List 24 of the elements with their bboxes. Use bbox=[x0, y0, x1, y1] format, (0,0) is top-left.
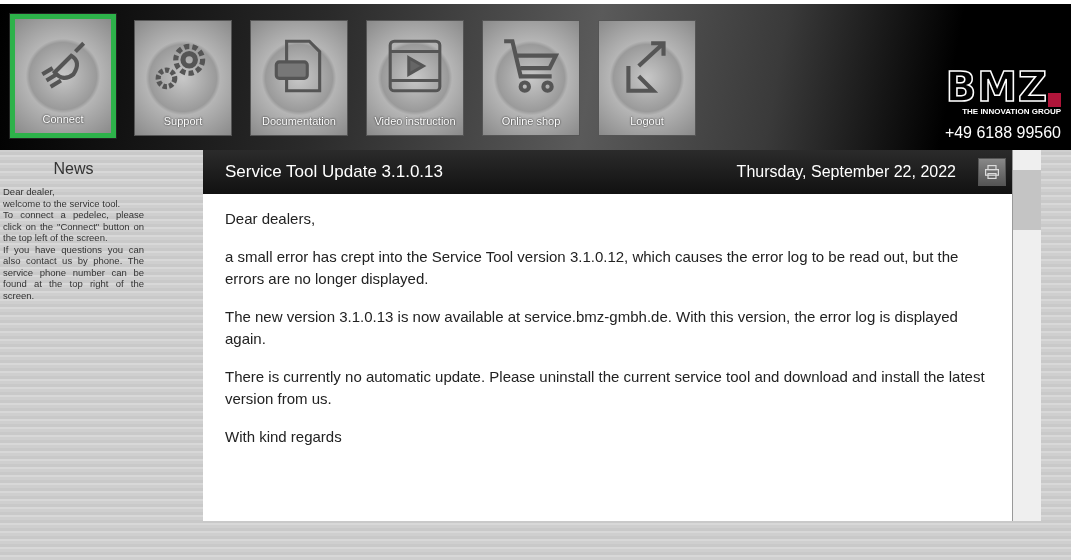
article-title: Service Tool Update 3.1.0.13 bbox=[225, 162, 444, 182]
news-heading: News bbox=[53, 160, 94, 178]
nav-tile[interactable]: Online shop bbox=[482, 20, 580, 136]
article-paragraph: There is currently no automatic update. Please uninstall the current service tool and download and install the latest version from us. bbox=[225, 367, 986, 409]
scrollbar-thumb[interactable] bbox=[1013, 170, 1041, 230]
scrollbar[interactable] bbox=[1013, 150, 1041, 521]
news-text: welcome to the service tool. bbox=[3, 197, 122, 209]
article-paragraph: Dear dealers, bbox=[225, 209, 317, 229]
nav-tile[interactable]: Connect bbox=[10, 14, 116, 138]
article-paragraph: The new version 3.1.0.13 is now available at service.bmz-gmbh.de. With this version, the error log is displayed again. bbox=[225, 307, 959, 349]
news-text: To connect a pedelec, please click on the "Connect" button on the top left of the screen. bbox=[3, 209, 144, 244]
print-button[interactable] bbox=[978, 158, 1006, 186]
nav-tile[interactable]: Video instruction bbox=[366, 20, 464, 136]
nav-tile[interactable]: Documentation bbox=[250, 20, 348, 136]
company-logo: BMZ THE INNOVATION GROUP bbox=[945, 67, 1061, 116]
phone-number: +49 6188 99560 bbox=[944, 124, 1061, 142]
article-date: Thursday, September 22, 2022 bbox=[736, 163, 956, 181]
nav-tile[interactable]: Logout bbox=[598, 20, 696, 136]
printer-icon bbox=[984, 164, 1000, 180]
news-text: Dear dealer, bbox=[3, 186, 56, 198]
article-paragraph: a small error has crept into the Service Tool version 3.1.0.12, which causes the error log to be read out, but the errors are no longer displayed. bbox=[225, 247, 960, 289]
news-text: If you have questions you can also contact us by phone. The service phone number can be found at the top right of the screen. bbox=[3, 243, 144, 301]
nav-tile[interactable]: Support bbox=[134, 20, 232, 136]
article-paragraph: With kind regards bbox=[225, 427, 343, 447]
